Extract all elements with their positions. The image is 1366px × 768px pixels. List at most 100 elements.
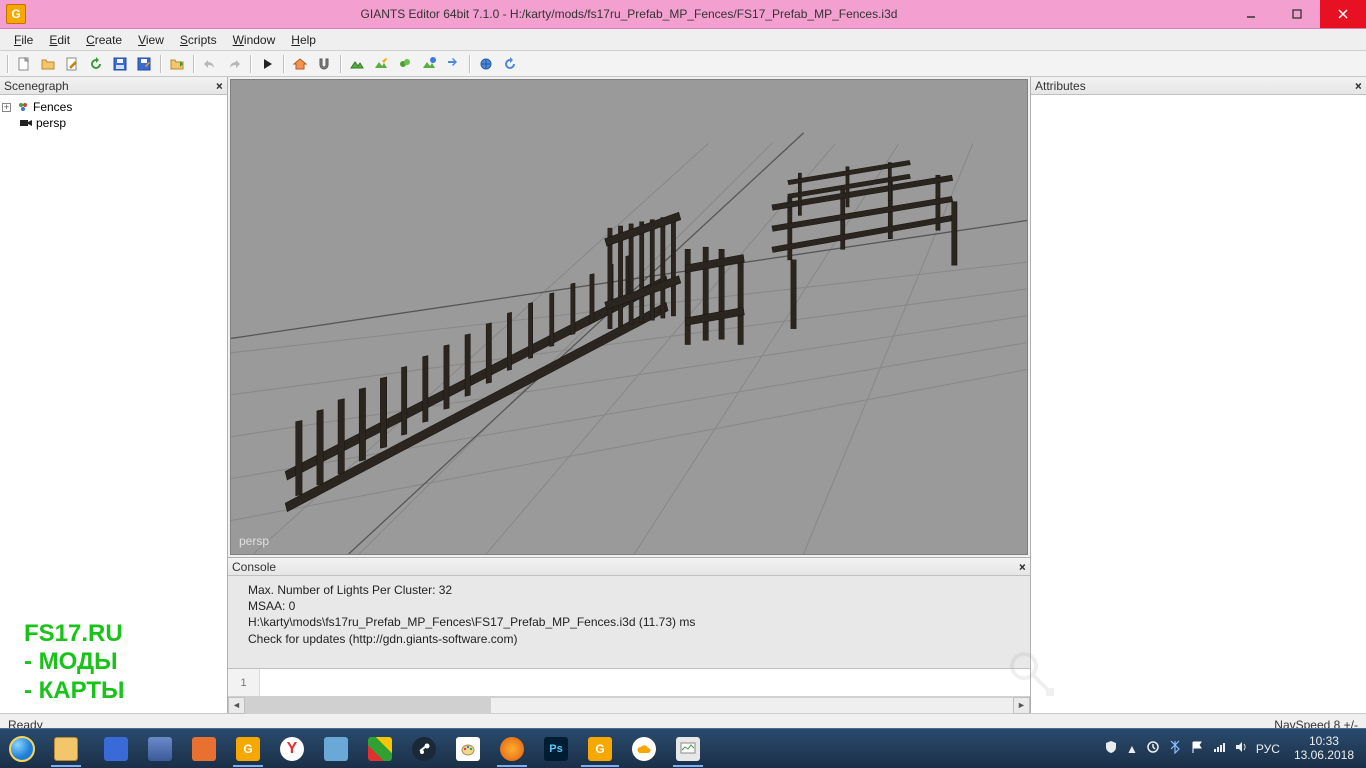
tray-flag-icon[interactable] bbox=[1190, 740, 1204, 757]
windows-taskbar: G Y Ps G ▲ РУС 10:33 13.06.2018 bbox=[0, 728, 1366, 768]
taskbar-ie-icon[interactable] bbox=[1, 731, 43, 767]
tray-up-icon[interactable]: ▲ bbox=[1126, 742, 1138, 756]
taskbar-giants-editor-icon[interactable]: G bbox=[227, 731, 269, 767]
new-file-icon[interactable] bbox=[13, 53, 35, 75]
tray-network-icon[interactable] bbox=[1212, 740, 1226, 757]
console-header: Console × bbox=[228, 558, 1030, 576]
tray-language[interactable]: РУС bbox=[1256, 742, 1280, 756]
watermark-line: - КАРТЫ bbox=[24, 677, 125, 706]
play-icon[interactable] bbox=[256, 53, 278, 75]
console-input-row: 1 bbox=[228, 668, 1030, 696]
tray-clock[interactable]: 10:33 13.06.2018 bbox=[1288, 735, 1360, 763]
scenegraph-close-icon[interactable]: × bbox=[216, 79, 223, 93]
taskbar-yandex-icon[interactable]: Y bbox=[271, 731, 313, 767]
taskbar-paint-icon[interactable] bbox=[447, 731, 489, 767]
attributes-panel: Attributes × bbox=[1030, 77, 1366, 713]
menu-edit[interactable]: Edit bbox=[41, 31, 78, 49]
console-close-icon[interactable]: × bbox=[1019, 560, 1026, 574]
scroll-left-button[interactable]: ◄ bbox=[228, 697, 245, 714]
console-output[interactable]: Max. Number of Lights Per Cluster: 32 MS… bbox=[228, 576, 1030, 668]
console-scrollbar[interactable]: ◄ ► bbox=[228, 696, 1030, 713]
menu-view[interactable]: View bbox=[130, 31, 172, 49]
replace-icon[interactable] bbox=[442, 53, 464, 75]
scenegraph-title: Scenegraph bbox=[4, 79, 69, 93]
tree-node-fences[interactable]: + Fences bbox=[2, 99, 225, 115]
title-bar: G GIANTS Editor 64bit 7.1.0 - H:/karty/m… bbox=[0, 0, 1366, 29]
system-tray: ▲ РУС 10:33 13.06.2018 bbox=[1098, 735, 1366, 763]
taskbar-explorer-icon[interactable] bbox=[45, 731, 87, 767]
save-icon[interactable] bbox=[109, 53, 131, 75]
save-as-icon[interactable] bbox=[133, 53, 155, 75]
camera-node-icon bbox=[19, 116, 33, 130]
tray-shield-icon[interactable] bbox=[1104, 740, 1118, 757]
scroll-right-button[interactable]: ► bbox=[1013, 697, 1030, 714]
group-node-icon bbox=[16, 100, 30, 114]
magnet-icon[interactable] bbox=[313, 53, 335, 75]
terrain-sculpt-icon[interactable] bbox=[346, 53, 368, 75]
taskbar-app-icon[interactable] bbox=[139, 731, 181, 767]
terrain-paint-icon[interactable] bbox=[370, 53, 392, 75]
menu-window[interactable]: Window bbox=[225, 31, 284, 49]
taskbar-steam-icon[interactable] bbox=[403, 731, 445, 767]
tree-node-label: persp bbox=[36, 116, 66, 130]
script-reload-icon[interactable] bbox=[499, 53, 521, 75]
viewport-3d[interactable]: persp bbox=[230, 79, 1028, 555]
maximize-button[interactable] bbox=[1274, 0, 1320, 28]
minimize-button[interactable] bbox=[1228, 0, 1274, 28]
close-button[interactable] bbox=[1320, 0, 1366, 28]
tray-time: 10:33 bbox=[1294, 735, 1354, 749]
console-title: Console bbox=[232, 560, 276, 574]
taskbar-app-icon[interactable] bbox=[95, 731, 137, 767]
tree-node-persp[interactable]: persp bbox=[2, 115, 225, 131]
taskbar-app-icon[interactable] bbox=[183, 731, 225, 767]
undo-icon[interactable] bbox=[199, 53, 221, 75]
taskbar-calculator-icon[interactable] bbox=[315, 731, 357, 767]
refresh-icon[interactable] bbox=[85, 53, 107, 75]
attributes-close-icon[interactable]: × bbox=[1355, 79, 1362, 93]
tray-update-icon[interactable] bbox=[1146, 740, 1160, 757]
viewport-camera-label: persp bbox=[239, 534, 269, 548]
console-line: Check for updates (http://gdn.giants-sof… bbox=[248, 631, 1018, 647]
menu-help[interactable]: Help bbox=[283, 31, 324, 49]
scenegraph-panel: Scenegraph × + Fences persp bbox=[0, 77, 228, 713]
window-buttons bbox=[1228, 0, 1366, 28]
tray-date: 13.06.2018 bbox=[1294, 749, 1354, 763]
scenegraph-header: Scenegraph × bbox=[0, 77, 227, 95]
workspace: Scenegraph × + Fences persp bbox=[0, 77, 1366, 713]
redo-icon[interactable] bbox=[223, 53, 245, 75]
tray-bluetooth-icon[interactable] bbox=[1168, 740, 1182, 757]
taskbar-monitor-icon[interactable] bbox=[667, 731, 709, 767]
attributes-body[interactable] bbox=[1031, 95, 1366, 713]
expand-icon[interactable]: + bbox=[2, 103, 11, 112]
menu-bar: File Edit Create View Scripts Window Hel… bbox=[0, 29, 1366, 51]
app-icon: G bbox=[2, 0, 30, 28]
attributes-title: Attributes bbox=[1035, 79, 1086, 93]
console-panel: Console × Max. Number of Lights Per Clus… bbox=[228, 557, 1030, 713]
menu-scripts[interactable]: Scripts bbox=[172, 31, 225, 49]
taskbar-firefox-icon[interactable] bbox=[491, 731, 533, 767]
edit-file-icon[interactable] bbox=[61, 53, 83, 75]
import-icon[interactable] bbox=[166, 53, 188, 75]
console-line: MSAA: 0 bbox=[248, 598, 1018, 614]
tray-volume-icon[interactable] bbox=[1234, 740, 1248, 757]
console-line: H:\karty\mods\fs17ru_Prefab_MP_Fences\FS… bbox=[248, 614, 1018, 630]
console-line: Max. Number of Lights Per Cluster: 32 bbox=[248, 582, 1018, 598]
attributes-header: Attributes × bbox=[1031, 77, 1366, 95]
taskbar-photoshop-icon[interactable]: Ps bbox=[535, 731, 577, 767]
center-area: persp Console × Max. Number of Lights Pe… bbox=[228, 77, 1030, 713]
info-paint-icon[interactable] bbox=[418, 53, 440, 75]
home-icon[interactable] bbox=[289, 53, 311, 75]
window-title: GIANTS Editor 64bit 7.1.0 - H:/karty/mod… bbox=[30, 7, 1228, 21]
taskbar-rubik-icon[interactable] bbox=[359, 731, 401, 767]
world-settings-icon[interactable] bbox=[475, 53, 497, 75]
watermark-line: FS17.RU bbox=[24, 620, 125, 649]
scroll-track[interactable] bbox=[245, 697, 1013, 714]
menu-create[interactable]: Create bbox=[78, 31, 130, 49]
foliage-paint-icon[interactable] bbox=[394, 53, 416, 75]
taskbar-cloud-icon[interactable] bbox=[623, 731, 665, 767]
taskbar-giants-active-icon[interactable]: G bbox=[579, 731, 621, 767]
open-folder-icon[interactable] bbox=[37, 53, 59, 75]
menu-file[interactable]: File bbox=[6, 31, 41, 49]
scroll-thumb[interactable] bbox=[245, 698, 491, 713]
toolbar bbox=[0, 51, 1366, 77]
